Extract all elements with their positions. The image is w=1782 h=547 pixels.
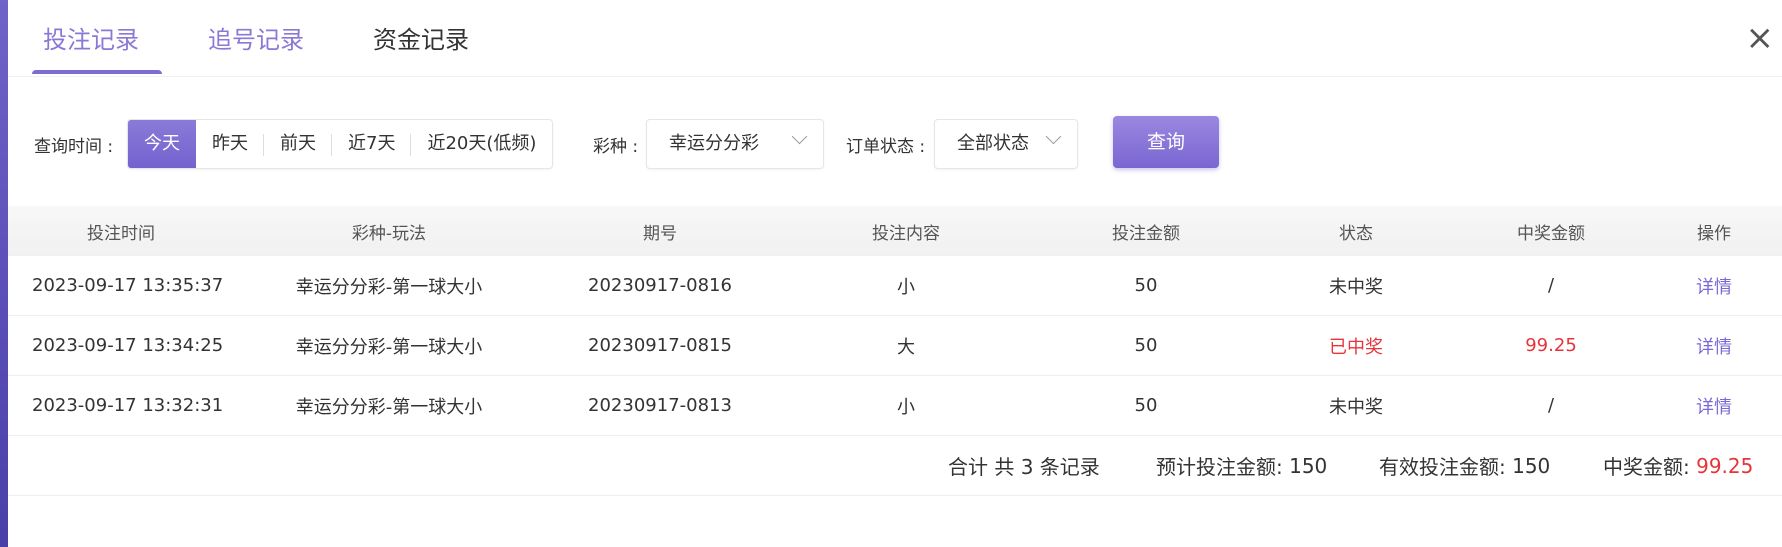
summary-estimated: 预计投注金额: 150: [1156, 436, 1327, 495]
header-amount: 投注金额: [1112, 223, 1180, 244]
cell-game-play: 幸运分分彩-第一球大小: [295, 336, 483, 358]
header-game-play: 彩种-玩法: [351, 223, 427, 244]
summary-valid-label: 有效投注金额:: [1379, 455, 1506, 479]
lottery-filter-label: 彩种 :: [593, 137, 639, 157]
cell-amount: 50: [1134, 335, 1158, 356]
tab-bet-records[interactable]: 投注记录: [43, 20, 139, 60]
cell-game-play: 幸运分分彩-第一球大小: [295, 276, 483, 298]
time-range-selector: 今天 昨天 前天 近7天 近20天(低频): [127, 119, 554, 169]
cell-status: 未中奖: [1329, 276, 1383, 298]
details-link[interactable]: 详情: [1646, 376, 1782, 435]
summary-row: 合计 共 3 条记录 预计投注金额: 150 有效投注金额: 150 中奖金额:…: [8, 436, 1782, 496]
cell-issue: 20230917-0816: [588, 275, 732, 296]
lottery-select-value: 幸运分分彩: [669, 133, 759, 154]
summary-win-value: 99.25: [1696, 453, 1754, 478]
filter-bar: 查询时间 : 今天 昨天 前天 近7天 近20天(低频) 彩种 : 幸运分分彩 …: [8, 116, 1782, 171]
summary-estimated-value: 150: [1289, 453, 1328, 478]
summary-total: 合计 共 3 条记录: [948, 455, 1100, 479]
bet-records-table: 投注时间 彩种-玩法 期号 投注内容 投注金额 状态 中奖金额 操作 2023-…: [8, 206, 1782, 496]
cell-status: 已中奖: [1329, 336, 1383, 358]
time-option-label: 昨天: [212, 133, 248, 154]
active-tab-indicator: [32, 70, 162, 74]
summary-win: 中奖金额: 99.25: [1603, 436, 1753, 495]
time-option-20-days[interactable]: 近20天(低频): [411, 120, 552, 168]
summary-valid: 有效投注金额: 150: [1379, 436, 1550, 495]
cell-content: 小: [897, 396, 915, 418]
header-status: 状态: [1339, 223, 1373, 244]
cell-status: 未中奖: [1329, 396, 1383, 418]
summary-valid-value: 150: [1512, 453, 1551, 478]
chevron-down-icon: [791, 128, 808, 145]
cell-amount: 50: [1134, 395, 1158, 416]
time-option-label: 今天: [144, 133, 180, 154]
cell-issue: 20230917-0813: [588, 395, 732, 416]
tab-chase-records[interactable]: 追号记录: [208, 20, 304, 60]
cell-content: 小: [897, 276, 915, 298]
window-left-edge: [0, 0, 8, 547]
cell-content: 大: [897, 336, 915, 358]
details-link[interactable]: 详情: [1646, 316, 1782, 375]
time-option-label: 前天: [280, 133, 316, 154]
cell-bet-time: 2023-09-17 13:34:25: [32, 335, 224, 356]
tab-fund-records[interactable]: 资金记录: [373, 20, 469, 60]
bet-records-panel: 投注记录 追号记录 资金记录 × 查询时间 : 今天 昨天 前天 近7天 近20…: [8, 0, 1782, 547]
cell-amount: 50: [1134, 275, 1158, 296]
cell-bet-time: 2023-09-17 13:32:31: [32, 395, 224, 416]
cell-bet-time: 2023-09-17 13:35:37: [32, 275, 224, 296]
order-status-value: 全部状态: [957, 133, 1029, 154]
cell-game-play: 幸运分分彩-第一球大小: [295, 396, 483, 418]
details-link[interactable]: 详情: [1646, 256, 1782, 315]
header-bet-time: 投注时间: [87, 223, 155, 244]
time-option-yesterday[interactable]: 昨天: [196, 120, 264, 168]
table-row: 2023-09-17 13:32:31 幸运分分彩-第一球大小 20230917…: [8, 376, 1782, 436]
table-row: 2023-09-17 13:34:25 幸运分分彩-第一球大小 20230917…: [8, 316, 1782, 376]
close-icon[interactable]: ×: [1746, 18, 1775, 58]
header-content: 投注内容: [872, 223, 940, 244]
header-prize: 中奖金额: [1517, 223, 1585, 244]
cell-prize: 99.25: [1525, 335, 1577, 356]
tab-bar: 投注记录 追号记录 资金记录 ×: [8, 0, 1782, 77]
table-header: 投注时间 彩种-玩法 期号 投注内容 投注金额 状态 中奖金额 操作: [8, 206, 1782, 256]
summary-win-label: 中奖金额:: [1603, 455, 1690, 479]
cell-prize: /: [1547, 275, 1555, 296]
lottery-select[interactable]: 幸运分分彩: [646, 119, 824, 169]
time-option-label: 近20天(低频): [427, 133, 537, 154]
time-option-day-before[interactable]: 前天: [264, 120, 332, 168]
time-option-today[interactable]: 今天: [128, 120, 196, 168]
chevron-down-icon: [1045, 128, 1062, 145]
table-row: 2023-09-17 13:35:37 幸运分分彩-第一球大小 20230917…: [8, 256, 1782, 316]
time-option-label: 近7天: [348, 133, 396, 154]
summary-estimated-label: 预计投注金额:: [1156, 455, 1283, 479]
query-button[interactable]: 查询: [1113, 116, 1219, 168]
order-status-select[interactable]: 全部状态: [934, 119, 1078, 169]
cell-issue: 20230917-0815: [588, 335, 732, 356]
cell-prize: /: [1547, 395, 1555, 416]
time-option-7-days[interactable]: 近7天: [332, 120, 412, 168]
status-filter-label: 订单状态 :: [846, 137, 926, 157]
header-action: 操作: [1697, 223, 1731, 244]
time-filter-label: 查询时间 :: [34, 137, 114, 157]
header-issue: 期号: [643, 223, 677, 244]
